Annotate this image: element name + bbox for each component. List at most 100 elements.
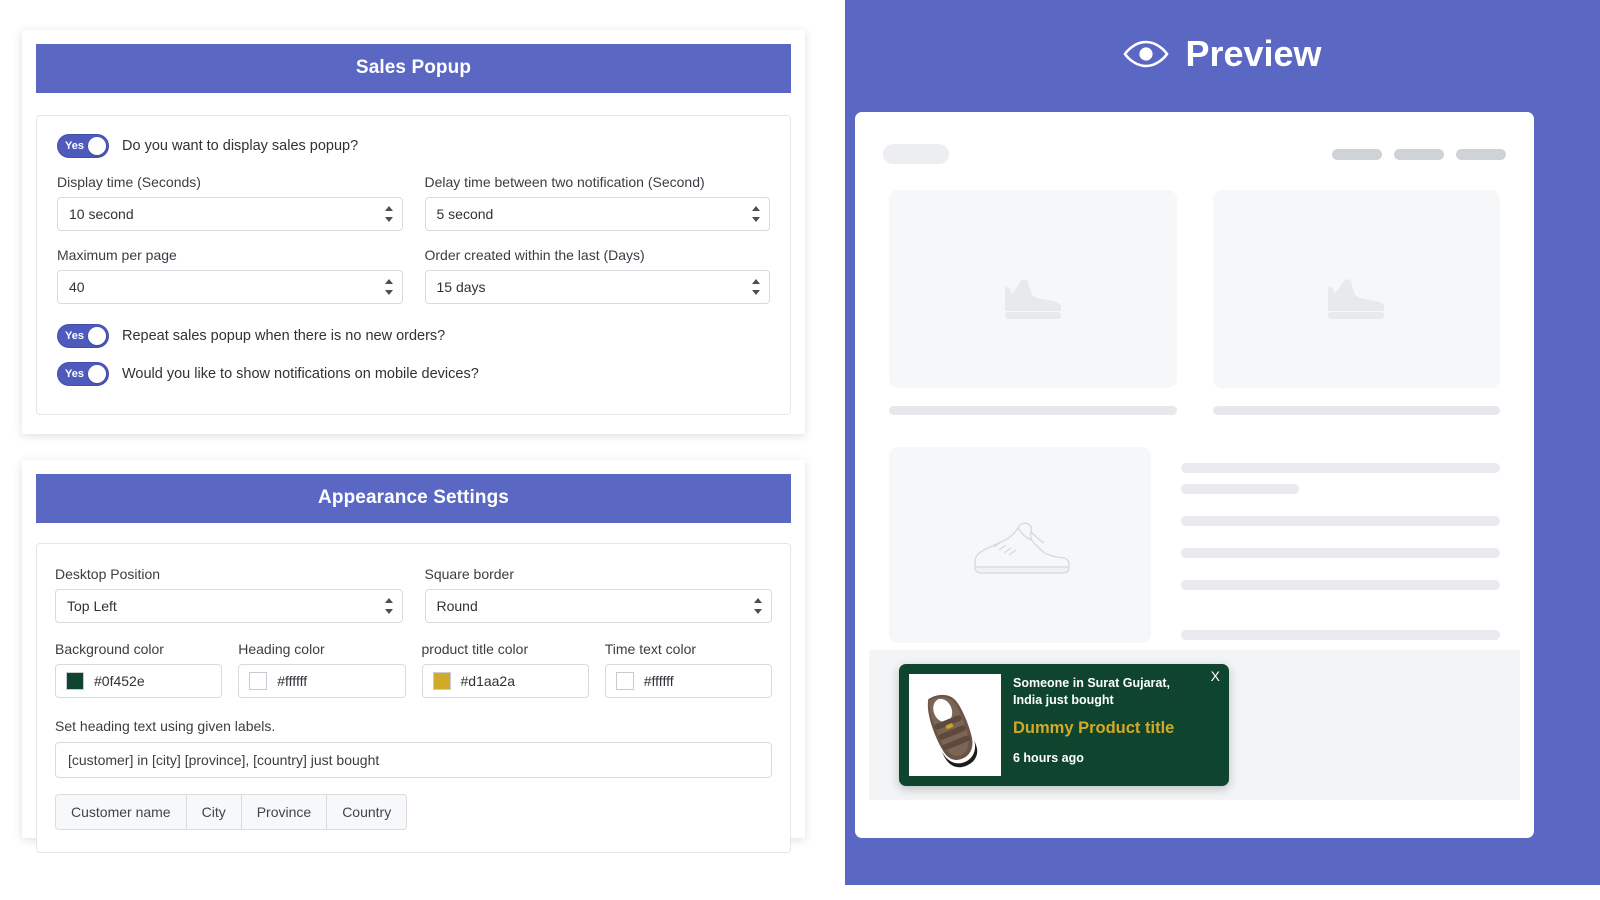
notification-body: X Someone in Surat Gujarat, India just b… xyxy=(1001,664,1229,786)
square-border-value: Round xyxy=(436,598,478,614)
order-window-field: Order created within the last (Days) 15 … xyxy=(424,247,770,304)
toggle-knob xyxy=(88,137,106,155)
desktop-position-field: Desktop Position Top Left xyxy=(55,566,403,623)
product-title-color-value: #d1aa2a xyxy=(460,673,516,689)
skeleton-product-title-bar xyxy=(1212,406,1500,415)
max-per-page-field: Maximum per page 40 xyxy=(57,247,403,304)
order-window-label: Order created within the last (Days) xyxy=(424,247,645,263)
skeleton-nav-item xyxy=(1456,148,1506,160)
square-border-select[interactable]: Round xyxy=(424,589,772,623)
repeat-popup-toggle[interactable]: Yes xyxy=(57,324,109,348)
display-time-select[interactable]: 10 second xyxy=(57,197,403,231)
order-window-select[interactable]: 15 days xyxy=(424,270,770,304)
display-time-label: Display time (Seconds) xyxy=(57,174,201,190)
toggle-state-label: Yes xyxy=(65,139,84,152)
background-color-input[interactable]: #0f452e xyxy=(55,664,223,698)
preview-title-row: Preview xyxy=(845,0,1600,75)
chevron-updown-icon xyxy=(384,598,393,614)
display-time-field: Display time (Seconds) 10 second xyxy=(57,174,403,231)
skeleton-line xyxy=(1181,463,1500,473)
label-button-province[interactable]: Province xyxy=(240,794,327,831)
shoe-icon xyxy=(1004,279,1061,319)
skeleton-product-thumb xyxy=(1212,190,1500,388)
position-field-row: Desktop Position Top Left Square border … xyxy=(55,566,772,623)
desktop-position-value: Top Left xyxy=(67,598,117,614)
color-swatch[interactable] xyxy=(432,672,451,690)
close-icon[interactable]: X xyxy=(1211,669,1220,683)
time-text-color-field: Time text color #ffffff xyxy=(604,641,772,698)
delay-time-select[interactable]: 5 second xyxy=(424,197,770,231)
preview-panel: Preview X Someone in Surat Gujarat, Indi… xyxy=(845,0,1600,885)
skeleton-line xyxy=(1181,484,1300,494)
time-text-color-label: Time text color xyxy=(604,641,697,657)
desktop-position-select[interactable]: Top Left xyxy=(55,589,403,623)
skeleton-nav-item xyxy=(1332,148,1382,160)
sneaker-icon xyxy=(974,522,1070,574)
app-root: Sales Popup Yes Do you want to display s… xyxy=(0,0,1600,900)
product-title-color-label: product title color xyxy=(421,641,529,657)
skeleton-product-card xyxy=(889,190,1177,415)
skeleton-detail-image xyxy=(889,447,1151,643)
notification-preview-stage: X Someone in Surat Gujarat, India just b… xyxy=(869,650,1520,800)
skeleton-line xyxy=(1181,548,1500,558)
skeleton-nav-group xyxy=(1332,148,1506,160)
skeleton-product-card xyxy=(1212,190,1500,415)
label-button-country[interactable]: Country xyxy=(326,794,408,831)
notification-heading: Someone in Surat Gujarat, India just bou… xyxy=(1013,676,1170,707)
mobile-notify-toggle-row: Yes Would you like to show notifications… xyxy=(57,362,770,386)
shoe-icon xyxy=(1328,279,1385,319)
skeleton-topbar xyxy=(855,112,1534,164)
delay-time-value: 5 second xyxy=(436,206,494,222)
repeat-popup-toggle-row: Yes Repeat sales popup when there is no … xyxy=(57,324,770,348)
repeat-popup-question: Repeat sales popup when there is no new … xyxy=(122,328,446,344)
chevron-updown-icon xyxy=(754,598,762,614)
product-title-color-field: product title color #d1aa2a xyxy=(421,641,589,698)
heading-text-label: Set heading text using given labels. xyxy=(55,718,276,734)
preview-store-mock: X Someone in Surat Gujarat, India just b… xyxy=(855,112,1534,838)
display-popup-toggle[interactable]: Yes xyxy=(57,134,109,158)
time-text-color-value: #ffffff xyxy=(643,673,674,689)
label-button-customer-name[interactable]: Customer name xyxy=(55,794,186,831)
skeleton-product-thumb xyxy=(889,190,1177,388)
heading-text-value: [customer] in [city] [province], [countr… xyxy=(68,752,380,768)
toggle-state-label: Yes xyxy=(65,329,84,342)
chevron-updown-icon xyxy=(752,279,760,295)
label-button-city[interactable]: City xyxy=(185,794,241,831)
heading-color-value: #ffffff xyxy=(277,673,308,689)
color-field-row: Background color #0f452e Heading color #… xyxy=(55,641,772,698)
skeleton-line xyxy=(1181,630,1500,640)
heading-color-label: Heading color xyxy=(238,641,325,657)
heading-text-input[interactable]: [customer] in [city] [province], [countr… xyxy=(55,742,772,778)
max-per-page-value: 40 xyxy=(69,279,85,295)
notification-time: 6 hours ago xyxy=(1013,751,1084,766)
max-per-page-select[interactable]: 40 xyxy=(57,270,403,304)
color-swatch[interactable] xyxy=(66,672,84,690)
settings-column: Sales Popup Yes Do you want to display s… xyxy=(0,0,845,900)
skeleton-line xyxy=(1181,516,1500,526)
skeleton-detail-section xyxy=(855,415,1534,651)
label-token-button-group: Customer name City Province Country xyxy=(55,794,772,831)
appearance-settings-card: Appearance Settings Desktop Position Top… xyxy=(22,460,805,854)
color-swatch[interactable] xyxy=(249,672,268,690)
sales-notification-popup[interactable]: X Someone in Surat Gujarat, India just b… xyxy=(899,664,1229,786)
order-window-value: 15 days xyxy=(436,279,486,295)
delay-time-field: Delay time between two notification (Sec… xyxy=(424,174,770,231)
heading-color-input[interactable]: #ffffff xyxy=(238,664,406,698)
sales-popup-card: Sales Popup Yes Do you want to display s… xyxy=(22,30,805,434)
sandal-icon xyxy=(927,694,978,768)
mobile-notify-toggle[interactable]: Yes xyxy=(57,362,109,386)
square-border-field: Square border Round xyxy=(424,566,772,623)
preview-title-text: Preview xyxy=(1185,33,1322,74)
sales-popup-header: Sales Popup xyxy=(36,44,791,93)
skeleton-product-grid xyxy=(855,164,1534,415)
product-title-color-input[interactable]: #d1aa2a xyxy=(421,664,589,698)
heading-color-field: Heading color #ffffff xyxy=(238,641,406,698)
appearance-settings-header: Appearance Settings xyxy=(36,474,791,523)
display-popup-toggle-row: Yes Do you want to display sales popup? xyxy=(57,134,770,158)
color-swatch[interactable] xyxy=(615,672,634,690)
time-text-color-input[interactable]: #ffffff xyxy=(604,664,772,698)
notification-product-image xyxy=(909,674,1001,776)
limits-field-row: Maximum per page 40 Order created within… xyxy=(57,247,770,304)
background-color-value: #0f452e xyxy=(94,673,145,689)
square-border-label: Square border xyxy=(424,566,515,582)
